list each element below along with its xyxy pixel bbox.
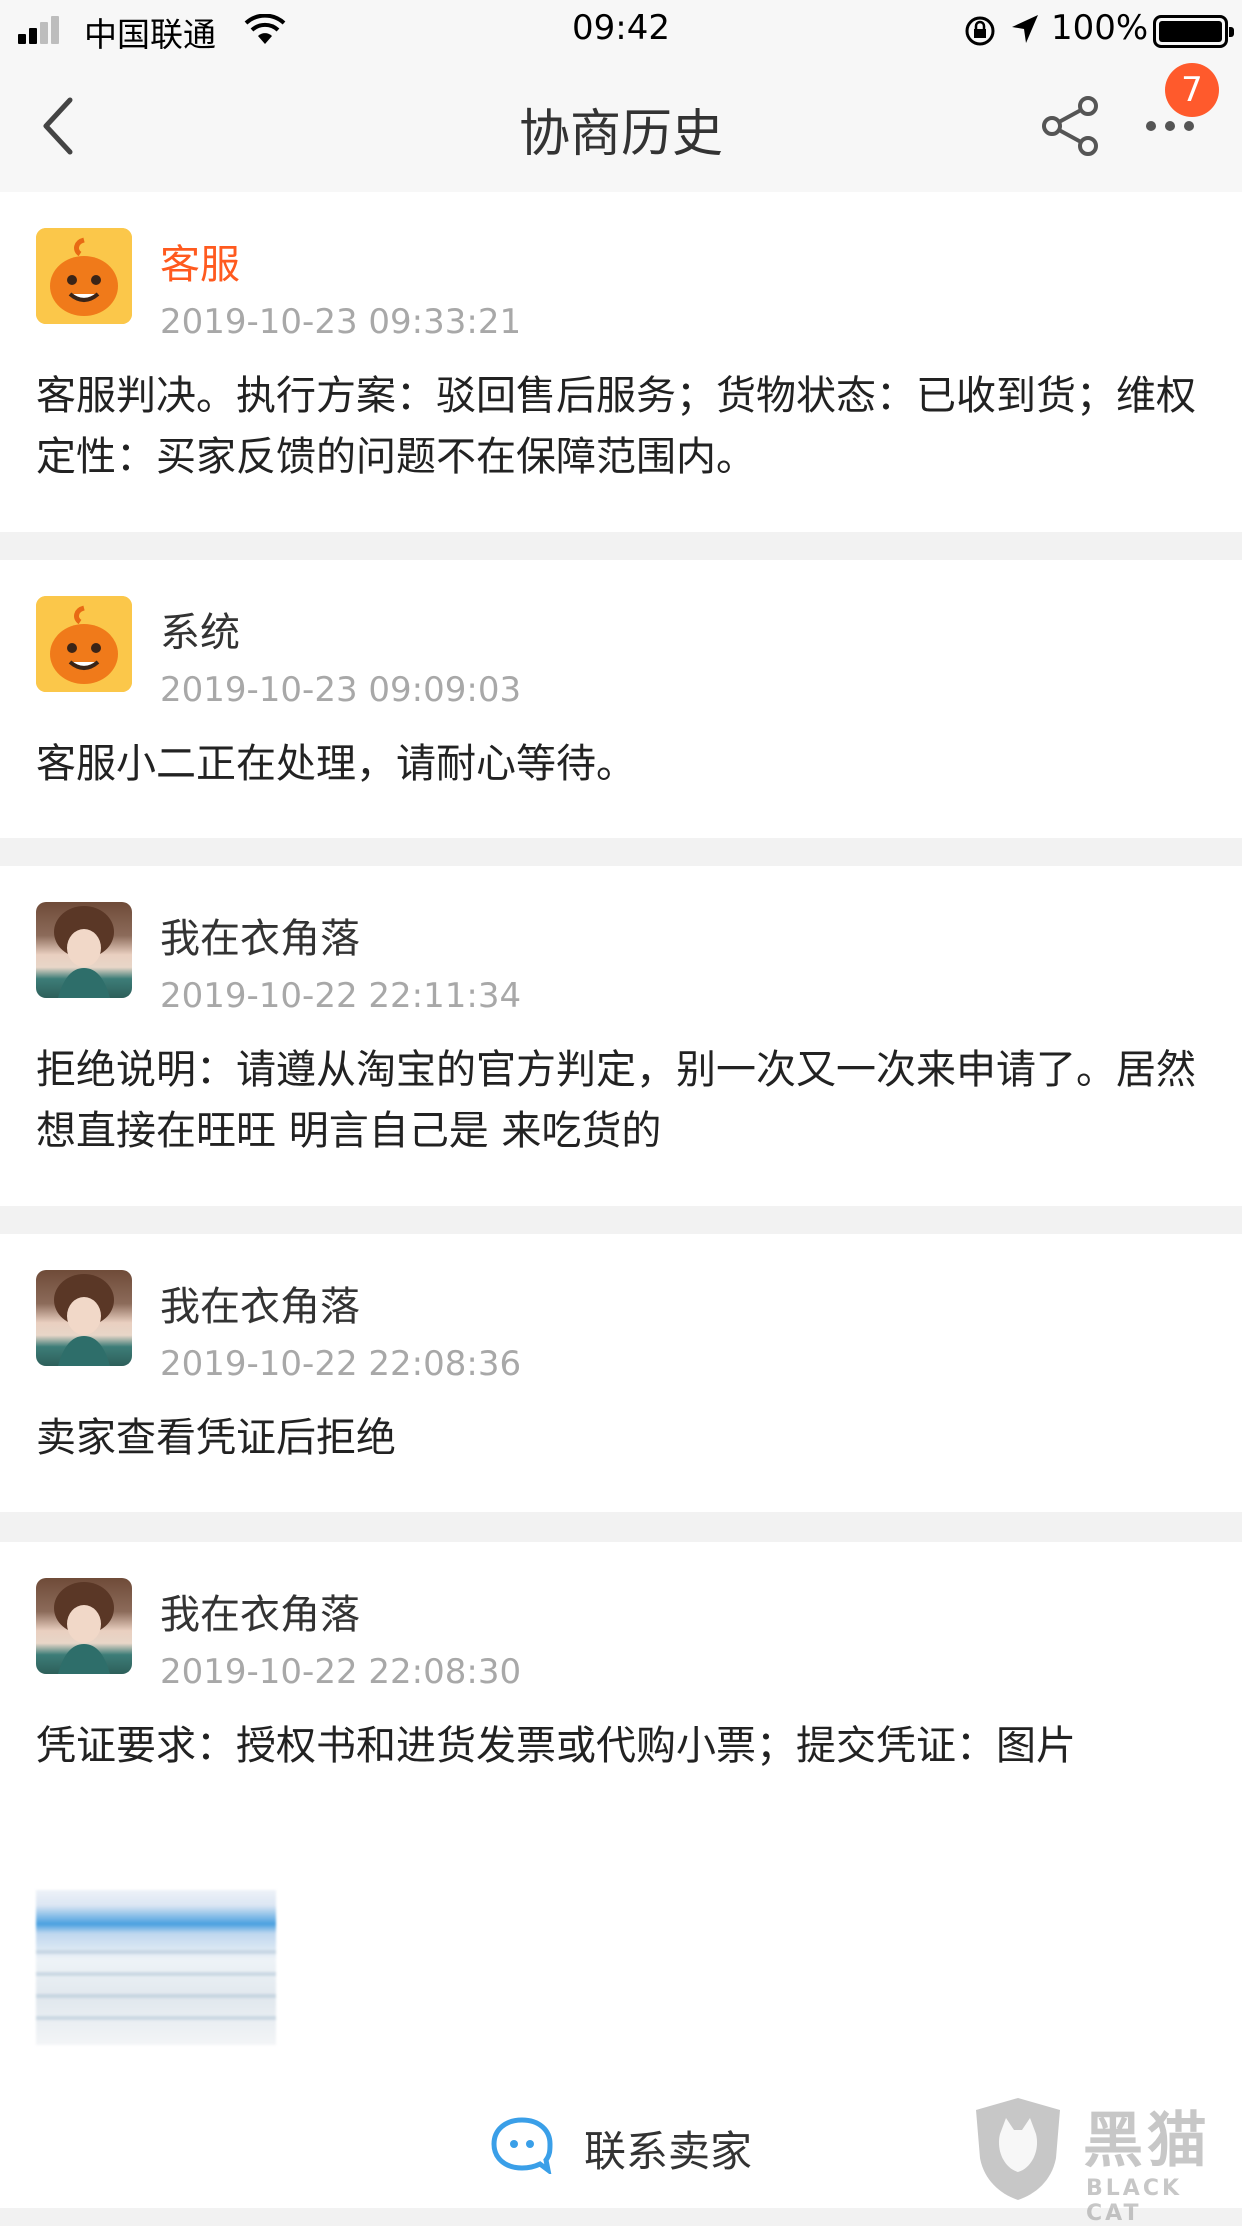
timestamp: 2019-10-23 09:33:21 — [160, 302, 522, 342]
notification-badge: 7 — [1165, 63, 1219, 117]
sender-name: 系统 — [160, 610, 240, 656]
avatar — [36, 596, 132, 692]
message-text: 拒绝说明：请遵从淘宝的官方判定，别一次又一次来申请了。居然想直接在旺旺 明言自己… — [36, 1047, 1196, 1154]
message-text: 客服判决。执行方案：驳回售后服务；货物状态：已收到货；维权定性：买家反馈的问题不… — [36, 373, 1196, 480]
more-dots-icon — [1146, 121, 1156, 131]
timestamp: 2019-10-22 22:08:36 — [160, 1344, 522, 1384]
avatar — [36, 1270, 132, 1366]
history-entry: 客服 2019-10-23 09:33:21 客服判决。执行方案：驳回售后服务；… — [0, 192, 1242, 532]
share-icon — [1042, 96, 1098, 156]
sender-name: 我在衣角落 — [160, 1284, 360, 1330]
evidence-image-thumbnail[interactable] — [36, 1890, 276, 2045]
message-text: 卖家查看凭证后拒绝 — [36, 1415, 396, 1461]
user-photo-icon — [54, 1274, 114, 1366]
user-photo-icon — [54, 906, 114, 998]
message-text: 客服小二正在处理，请耐心等待。 — [36, 741, 636, 787]
mascot-icon — [36, 228, 132, 324]
timestamp: 2019-10-22 22:08:30 — [160, 1652, 522, 1692]
history-entry: 系统 2019-10-23 09:09:03 客服小二正在处理，请耐心等待。 — [0, 560, 1242, 838]
avatar — [36, 902, 132, 998]
message-text: 凭证要求：授权书和进货发票或代购小票；提交凭证：图片 — [36, 1723, 1076, 1769]
avatar — [36, 1578, 132, 1674]
battery-percent: 100% — [1051, 8, 1149, 48]
sender-name: 我在衣角落 — [160, 1592, 360, 1638]
avatar — [36, 228, 132, 324]
history-entry: 我在衣角落 2019-10-22 22:11:34 拒绝说明：请遵从淘宝的官方判… — [0, 866, 1242, 1206]
location-arrow-icon — [1009, 12, 1041, 50]
history-entry: 我在衣角落 2019-10-22 22:08:30 凭证要求：授权书和进货发票或… — [0, 1542, 1242, 2142]
sender-name: 客服 — [160, 242, 240, 288]
contact-seller-label: 联系卖家 — [584, 2127, 753, 2176]
watermark-cn: 黑猫 — [1083, 2106, 1211, 2176]
watermark-en: BLACK CAT — [1086, 2176, 1183, 2226]
timestamp: 2019-10-23 09:09:03 — [160, 670, 522, 710]
cat-shield-logo-icon — [976, 2098, 1060, 2200]
user-photo-icon — [54, 1582, 114, 1674]
more-button[interactable] — [1146, 116, 1206, 136]
status-bar: 中国联通 09:42 100% — [0, 0, 1242, 60]
rotation-lock-icon — [963, 14, 997, 52]
timestamp: 2019-10-22 22:11:34 — [160, 976, 522, 1016]
share-button[interactable] — [1040, 94, 1104, 158]
sender-name: 我在衣角落 — [160, 916, 360, 962]
history-entry: 我在衣角落 2019-10-22 22:08:36 卖家查看凭证后拒绝 — [0, 1234, 1242, 1512]
battery-icon — [1153, 15, 1234, 48]
blackcat-watermark: 黑猫 BLACK CAT — [968, 2090, 1242, 2226]
chat-bubble-icon — [491, 2117, 553, 2174]
navigation-bar: 协商历史 7 — [0, 60, 1242, 192]
mascot-icon — [36, 596, 132, 692]
